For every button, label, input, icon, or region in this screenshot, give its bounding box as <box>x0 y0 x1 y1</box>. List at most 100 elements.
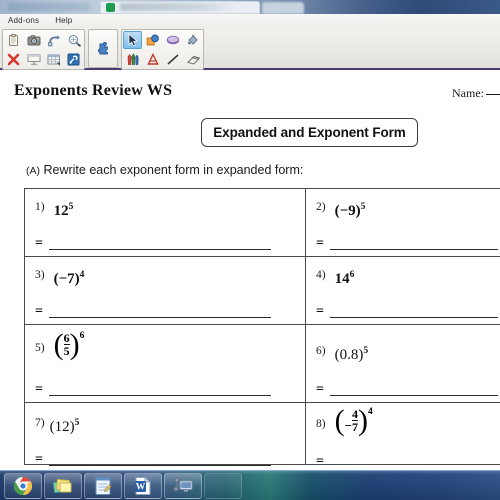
equals-sign: = <box>35 382 43 397</box>
magnifier-zoom-icon[interactable] <box>64 31 83 49</box>
problem-row: 1) 125 = 2) (−9)5 = <box>25 189 500 257</box>
problem-statement: 3) (−7)4 <box>35 265 84 289</box>
problem-cell-1: 1) 125 = <box>25 189 306 257</box>
expression-base: 12 <box>53 203 69 219</box>
problem-expression: (0.8)5 <box>335 341 369 365</box>
section-banner-label: Expanded and Exponent Form <box>213 125 406 140</box>
instruction-text: Rewrite each exponent form in expanded f… <box>43 163 304 177</box>
problem-number: 7) <box>35 417 45 429</box>
taskbar-sticky-notes[interactable] <box>44 472 82 499</box>
problem-row: 3) (−7)4 = 4) 146 = <box>25 257 500 325</box>
problem-statement: 8) ( − 4 7 ) 4 <box>316 404 373 441</box>
answer-row: = <box>35 237 271 251</box>
expression-base: (−9) <box>334 203 361 219</box>
left-paren: ( <box>334 404 345 437</box>
menubar: Add-ons Help <box>0 14 500 28</box>
problem-cell-3: 3) (−7)4 = <box>25 257 306 325</box>
problem-expression: ( − 4 7 ) 4 <box>334 404 373 440</box>
select-arrow-icon[interactable] <box>123 31 142 49</box>
problem-expression: (−7)4 <box>54 265 85 289</box>
taskbar-empty-slot[interactable] <box>204 472 242 499</box>
answer-blank[interactable] <box>48 385 271 396</box>
name-blank-rule <box>486 94 500 95</box>
problem-statement: 6) (0.8)5 <box>316 341 368 365</box>
taskbar-word[interactable]: W <box>124 472 162 499</box>
answer-row: = <box>35 382 271 397</box>
problem-row: 7) (12)5 = 8) ( − 4 7) 4 = <box>25 403 500 469</box>
answer-row: = <box>316 383 498 397</box>
equals-sign: = <box>316 304 324 319</box>
add-ons-group <box>88 29 118 68</box>
problem-cell-2: 2) (−9)5 = <box>306 189 500 257</box>
ink-fill-bucket-icon[interactable] <box>183 31 202 49</box>
menu-add-ons[interactable]: Add-ons <box>6 14 41 28</box>
equals-sign: = <box>35 304 43 319</box>
answer-blank[interactable] <box>329 239 498 250</box>
problem-expression: (12)5 <box>50 413 80 437</box>
taskbar-remote-desktop[interactable] <box>164 472 202 499</box>
paste-clipboard-icon[interactable] <box>4 31 23 49</box>
insert-table-icon[interactable] <box>44 50 63 68</box>
pens-markers-icon[interactable] <box>123 50 142 68</box>
problem-cell-8: 8) ( − 4 7 ) 4 = <box>306 403 500 469</box>
worksheet-header: Exponents Review WS Name: <box>0 78 500 106</box>
equals-sign: = <box>316 454 324 469</box>
name-field: Name: <box>452 86 500 101</box>
browser-tab-inactive[interactable] <box>262 2 304 14</box>
answer-blank[interactable] <box>48 307 271 318</box>
answer-blank[interactable] <box>48 239 271 250</box>
name-label: Name: <box>452 86 484 100</box>
taskbar-chrome[interactable] <box>4 472 42 499</box>
microsoft-word-icon: W <box>134 475 152 496</box>
toolbar <box>2 29 204 70</box>
browser-tab-title <box>120 3 238 11</box>
text-tool-a-icon[interactable] <box>143 50 162 68</box>
whiteboard-app-window: Add-ons Help <box>0 14 500 70</box>
google-chrome-icon <box>13 476 33 496</box>
clipboard-group <box>2 29 85 70</box>
answer-row: = <box>316 454 330 469</box>
screen-shade-icon[interactable] <box>24 50 43 68</box>
screen-capture-camera-icon[interactable] <box>24 31 43 49</box>
eraser-icon[interactable] <box>183 50 202 68</box>
answer-row: = <box>316 236 498 251</box>
problem-cell-7: 7) (12)5 = <box>25 403 306 467</box>
problem-cell-4: 4) 146 = <box>306 257 500 325</box>
problem-statement: 2) (−9)5 <box>316 197 365 221</box>
section-banner: Expanded and Exponent Form <box>201 118 418 147</box>
answer-row: = <box>35 452 271 467</box>
problem-expression: ( 6 5 ) 6 <box>53 328 85 361</box>
worksheet-document: Exponents Review WS Name: Expanded and E… <box>0 72 500 470</box>
taskbar-journal[interactable] <box>84 472 122 499</box>
expression-exponent: 5 <box>363 346 369 356</box>
right-paren: ) <box>69 328 80 361</box>
windows-taskbar: W <box>0 470 500 500</box>
browser-url-bar[interactable] <box>8 3 90 11</box>
problem-number: 4) <box>316 269 326 281</box>
problem-cell-5: 5) ( 6 5 ) 6 = <box>25 325 306 403</box>
menu-help[interactable]: Help <box>53 14 74 28</box>
right-paren: ) <box>358 404 369 437</box>
answer-blank[interactable] <box>329 385 498 396</box>
answer-row: = <box>35 304 271 319</box>
problem-number: 5) <box>35 342 45 354</box>
answer-blank[interactable] <box>329 307 498 318</box>
shapes-icon[interactable] <box>143 31 162 49</box>
puzzle-piece-icon[interactable] <box>91 37 115 61</box>
expression-exponent: 5 <box>74 418 80 428</box>
blue-tools-icon[interactable] <box>64 50 83 68</box>
equals-sign: = <box>316 236 324 251</box>
expression-base: (−7) <box>53 271 80 287</box>
problem-number: 1) <box>35 201 45 213</box>
answer-blank[interactable] <box>48 455 271 466</box>
line-tool-icon[interactable] <box>163 50 182 68</box>
left-paren: ( <box>53 328 64 361</box>
problem-row: 5) ( 6 5 ) 6 = 6) (0.8)5 = <box>25 325 500 403</box>
delete-red-x-icon[interactable] <box>4 50 23 68</box>
remote-desktop-icon <box>173 476 193 495</box>
ink-tools-group <box>121 29 204 70</box>
equals-sign: = <box>35 452 43 467</box>
undo-arrow-icon[interactable] <box>44 31 63 49</box>
highlighter-icon[interactable] <box>163 31 182 49</box>
page-title: Exponents Review WS <box>14 82 173 99</box>
